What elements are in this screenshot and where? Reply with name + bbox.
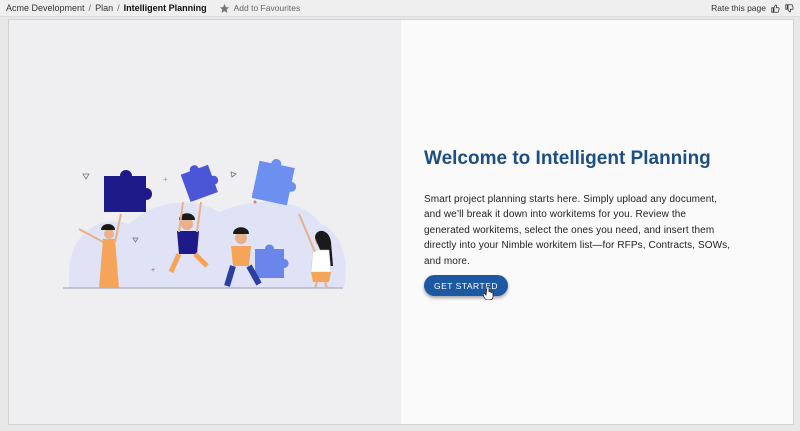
illustration-area: + + + + bbox=[9, 20, 401, 424]
add-to-favourites-button[interactable]: Add to Favourites bbox=[219, 3, 301, 14]
svg-text:+: + bbox=[151, 267, 155, 274]
welcome-panel: + + + + bbox=[8, 19, 794, 425]
thumbs-down-icon[interactable] bbox=[785, 3, 794, 13]
top-bar: Acme Development / Plan / Intelligent Pl… bbox=[0, 0, 800, 17]
welcome-description: Smart project planning starts here. Simp… bbox=[424, 194, 731, 267]
breadcrumb-item-intelligent-planning: Intelligent Planning bbox=[123, 3, 207, 13]
hand-pointer-icon bbox=[483, 286, 494, 300]
thumbs-up-icon[interactable] bbox=[771, 4, 780, 13]
svg-text:+: + bbox=[163, 175, 168, 184]
rate-this-page-label: Rate this page bbox=[711, 3, 766, 13]
puzzle-team-illustration: + + + + bbox=[63, 159, 346, 289]
breadcrumb-item-plan[interactable]: Plan bbox=[95, 3, 113, 13]
breadcrumb-separator: / bbox=[88, 3, 92, 13]
breadcrumb-item-acme-development[interactable]: Acme Development bbox=[6, 3, 85, 13]
star-icon bbox=[219, 3, 229, 13]
page-title: Welcome to Intelligent Planning bbox=[424, 148, 711, 169]
breadcrumb-separator: / bbox=[117, 3, 120, 13]
add-to-favourites-label: Add to Favourites bbox=[233, 3, 301, 13]
get-started-button[interactable]: GET STARTED bbox=[424, 275, 508, 296]
welcome-content: Welcome to Intelligent Planning Smart pr… bbox=[401, 20, 793, 424]
rate-this-page: Rate this page bbox=[711, 3, 794, 13]
